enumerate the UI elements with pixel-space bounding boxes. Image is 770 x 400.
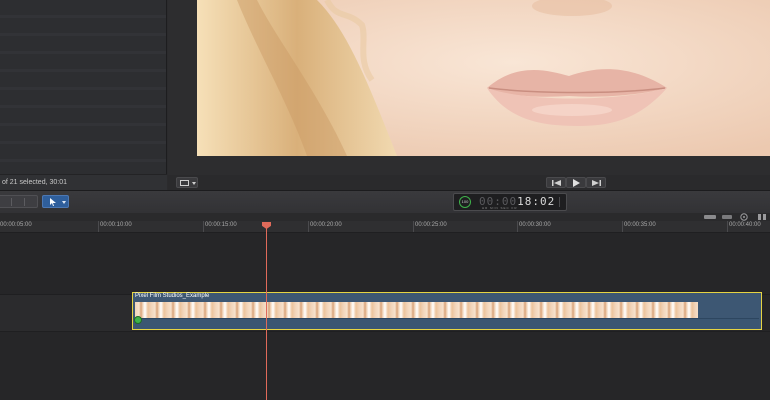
chevron-down-icon xyxy=(192,182,196,185)
final-cut-window: of 21 selected, 30:01 100 00:0018:02 HR … xyxy=(0,0,770,400)
dashboard-divider xyxy=(559,197,560,207)
ruler-tick-label: 00:00:40:00 xyxy=(729,222,761,228)
event-browser[interactable]: of 21 selected, 30:01 xyxy=(0,0,167,190)
skimming-icon[interactable] xyxy=(704,214,716,220)
ruler-tick xyxy=(622,221,623,232)
ruler-tick xyxy=(308,221,309,232)
ruler-tick-label: 00:00:35:00 xyxy=(624,222,656,228)
select-tool-icon xyxy=(50,198,56,206)
ruler-tick-label: 00:00:20:00 xyxy=(310,222,342,228)
clip-filmstrip xyxy=(135,302,699,318)
ruler-tick-label: 00:00:10:00 xyxy=(100,222,132,228)
segment-divider xyxy=(11,198,12,206)
snapping-icon[interactable] xyxy=(757,213,767,221)
transform-menu-button[interactable] xyxy=(176,177,198,188)
ruler-tick-label: 00:00:25:00 xyxy=(415,222,447,228)
primary-storyline xyxy=(0,295,132,331)
crop-icon xyxy=(180,180,189,186)
ruler-tick-label: 00:00:15:00 xyxy=(205,222,237,228)
clip-filmstrip-empty xyxy=(698,302,759,318)
edit-mode-buttons[interactable] xyxy=(0,195,38,208)
ruler-tick-label: 00:00:30:00 xyxy=(519,222,551,228)
viewer-frame[interactable] xyxy=(197,0,770,156)
browser-status-bar: of 21 selected, 30:01 xyxy=(0,174,167,190)
panel-divider[interactable] xyxy=(166,0,167,190)
play-button[interactable] xyxy=(566,177,586,188)
audio-skimming-icon[interactable] xyxy=(722,214,732,220)
lane-divider xyxy=(0,331,770,332)
dashboard-timecode[interactable]: 100 00:0018:02 HR MIN SEC FR xyxy=(453,193,567,211)
viewer xyxy=(168,0,770,190)
segment-divider xyxy=(24,198,25,206)
timecode-units: HR MIN SEC FR xyxy=(482,206,518,210)
ruler-tick xyxy=(517,221,518,232)
portrait-image xyxy=(197,0,770,156)
previous-edit-button[interactable] xyxy=(546,177,566,188)
next-edit-button[interactable] xyxy=(586,177,606,188)
video-clip[interactable]: Pixel Film Studios_Example xyxy=(132,292,762,330)
ruler-tick xyxy=(413,221,414,232)
keyframe-icon[interactable] xyxy=(134,316,142,324)
selection-status: of 21 selected, 30:01 xyxy=(2,179,67,186)
timeline-ruler[interactable]: 00:00:05:00 00:00:10:00 00:00:15:00 00:0… xyxy=(0,221,770,233)
timeline-header xyxy=(0,213,770,221)
background-tasks-label: 100 xyxy=(461,199,469,204)
ruler-tick xyxy=(727,221,728,232)
tool-menu-button[interactable] xyxy=(42,195,69,208)
ruler-tick xyxy=(203,221,204,232)
clip-audio-waveform xyxy=(135,318,759,329)
solo-icon[interactable] xyxy=(739,213,749,221)
rewind-icon xyxy=(552,180,561,186)
ruler-tick-label: 00:00:05:00 xyxy=(0,222,32,228)
chevron-down-icon xyxy=(62,201,66,204)
background-tasks-icon[interactable]: 100 xyxy=(459,196,471,208)
forward-icon xyxy=(592,180,601,186)
play-icon xyxy=(573,179,580,187)
clip-name: Pixel Film Studios_Example xyxy=(135,293,210,299)
viewer-controls xyxy=(168,175,770,190)
timeline-toolbar: 100 00:0018:02 HR MIN SEC FR xyxy=(0,190,770,214)
ruler-tick xyxy=(98,221,99,232)
timecode-seconds-frames: 18:02 xyxy=(517,195,556,208)
playhead[interactable] xyxy=(266,222,267,400)
